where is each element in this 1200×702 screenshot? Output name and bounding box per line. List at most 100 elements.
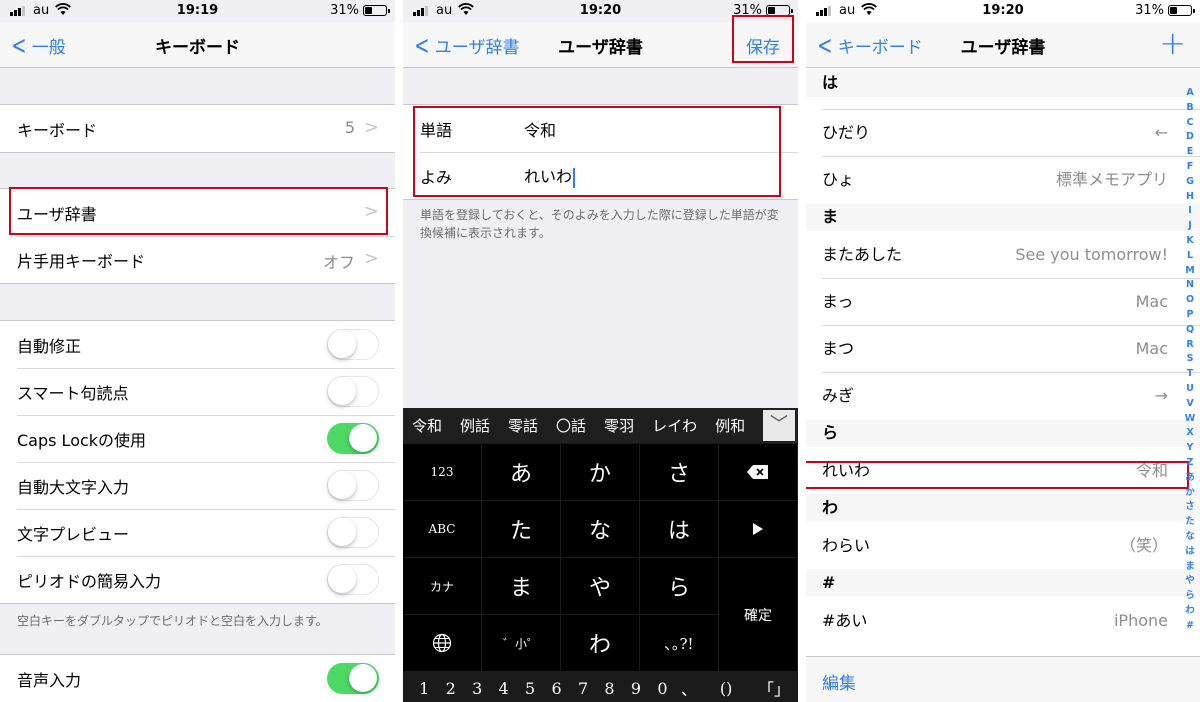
- index-letter[interactable]: R: [1182, 338, 1198, 353]
- index-letter[interactable]: E: [1182, 145, 1198, 160]
- number-mode-key[interactable]: 123: [403, 444, 481, 500]
- list-item[interactable]: まつ Mac: [806, 325, 1200, 372]
- index-letter[interactable]: T: [1182, 367, 1198, 382]
- kana-mode-key[interactable]: カナ: [403, 558, 481, 614]
- kana-key-ya[interactable]: や: [561, 558, 639, 614]
- number-key[interactable]: 9: [623, 679, 649, 698]
- number-key[interactable]: 「」: [750, 676, 798, 700]
- index-letter[interactable]: A: [1182, 86, 1198, 101]
- auto-correct-toggle[interactable]: [327, 329, 379, 360]
- alphabet-mode-key[interactable]: ABC: [403, 501, 481, 557]
- number-key[interactable]: 7: [570, 679, 596, 698]
- number-key[interactable]: 3: [464, 679, 490, 698]
- list-item[interactable]: れいわ 令和: [806, 447, 1200, 494]
- index-letter[interactable]: P: [1182, 308, 1198, 323]
- index-letter[interactable]: H: [1182, 190, 1198, 205]
- index-letter[interactable]: I: [1182, 204, 1198, 219]
- candidate[interactable]: 零羽: [604, 415, 634, 436]
- index-letter[interactable]: N: [1182, 278, 1198, 293]
- punctuation-key[interactable]: ､｡?!: [640, 615, 718, 671]
- index-letter[interactable]: わ: [1182, 604, 1198, 619]
- index-letter[interactable]: あ: [1182, 471, 1198, 486]
- save-button[interactable]: 保存: [746, 33, 780, 58]
- list-item[interactable]: またあした See you tomorrow!: [806, 231, 1200, 278]
- candidate[interactable]: 例話: [460, 415, 490, 436]
- index-letter[interactable]: S: [1182, 352, 1198, 367]
- index-letter[interactable]: B: [1182, 101, 1198, 116]
- list-item[interactable]: ひだり ←: [806, 109, 1200, 156]
- index-letter[interactable]: は: [1182, 545, 1198, 560]
- kana-key-ha[interactable]: は: [640, 501, 718, 557]
- index-letter[interactable]: G: [1182, 175, 1198, 190]
- candidate[interactable]: 令和: [412, 415, 442, 436]
- number-key[interactable]: 6: [543, 679, 569, 698]
- word-input[interactable]: 令和: [524, 117, 556, 141]
- index-letter[interactable]: X: [1182, 426, 1198, 441]
- section-index[interactable]: A B C D E F G H I J K L M N O P Q R S T U V W X Y Z あかさたなはまやらわ #: [1182, 86, 1198, 633]
- index-letter[interactable]: C: [1182, 116, 1198, 131]
- index-letter[interactable]: た: [1182, 515, 1198, 530]
- candidate[interactable]: 零話: [508, 415, 538, 436]
- number-key[interactable]: 2: [437, 679, 463, 698]
- list-item[interactable]: #あい iPhone: [806, 597, 1200, 644]
- number-key[interactable]: (): [702, 679, 750, 698]
- index-letter[interactable]: Y: [1182, 441, 1198, 456]
- index-letter[interactable]: F: [1182, 160, 1198, 175]
- kana-key-na[interactable]: な: [561, 501, 639, 557]
- period-shortcut-toggle[interactable]: [327, 564, 379, 595]
- character-preview-toggle[interactable]: [327, 517, 379, 548]
- number-key[interactable]: 4: [490, 679, 516, 698]
- index-letter[interactable]: L: [1182, 249, 1198, 264]
- delete-icon[interactable]: [719, 444, 797, 500]
- index-letter[interactable]: J: [1182, 219, 1198, 234]
- one-handed-keyboard-row[interactable]: 片手用キーボード オフ >: [0, 236, 395, 283]
- index-letter[interactable]: ら: [1182, 589, 1198, 604]
- index-letter[interactable]: U: [1182, 382, 1198, 397]
- number-key[interactable]: 、: [676, 676, 702, 700]
- index-letter[interactable]: K: [1182, 234, 1198, 249]
- index-letter[interactable]: Q: [1182, 323, 1198, 338]
- candidate[interactable]: レイわ: [652, 415, 697, 436]
- user-dictionary-row[interactable]: ユーザ辞書 >: [0, 189, 395, 236]
- index-letter[interactable]: ま: [1182, 560, 1198, 575]
- smart-punctuation-toggle[interactable]: [327, 376, 379, 407]
- index-letter[interactable]: O: [1182, 293, 1198, 308]
- list-item[interactable]: わらい （笑）: [806, 522, 1200, 569]
- kana-key-ma[interactable]: ま: [482, 558, 560, 614]
- index-letter[interactable]: #: [1182, 619, 1198, 634]
- dakuten-key[interactable]: ゛小゜: [482, 615, 560, 671]
- number-key[interactable]: 8: [596, 679, 622, 698]
- cursor-right-icon[interactable]: [719, 501, 797, 557]
- index-letter[interactable]: や: [1182, 574, 1198, 589]
- kana-key-ra[interactable]: ら: [640, 558, 718, 614]
- index-letter[interactable]: さ: [1182, 500, 1198, 515]
- index-letter[interactable]: な: [1182, 530, 1198, 545]
- chevron-down-icon[interactable]: ﹀: [763, 410, 795, 441]
- index-letter[interactable]: V: [1182, 397, 1198, 412]
- number-key[interactable]: 5: [517, 679, 543, 698]
- candidate[interactable]: 例和: [715, 415, 745, 436]
- confirm-key[interactable]: 確定: [719, 558, 797, 671]
- auto-capitalization-toggle[interactable]: [327, 470, 379, 501]
- list-item[interactable]: ひょ 標準メモアプリ: [806, 156, 1200, 203]
- caps-lock-toggle[interactable]: [327, 423, 379, 454]
- number-key[interactable]: 1: [411, 679, 437, 698]
- index-letter[interactable]: D: [1182, 130, 1198, 145]
- index-letter[interactable]: か: [1182, 486, 1198, 501]
- index-letter[interactable]: W: [1182, 412, 1198, 427]
- globe-icon[interactable]: [403, 615, 481, 671]
- list-item[interactable]: まっ Mac: [806, 278, 1200, 325]
- candidate[interactable]: 〇話: [556, 415, 586, 436]
- reading-input[interactable]: れいわ: [524, 163, 576, 188]
- number-key[interactable]: 0: [649, 679, 675, 698]
- kana-key-wa[interactable]: わ: [561, 615, 639, 671]
- keyboards-row[interactable]: キーボード 5 >: [0, 105, 395, 152]
- index-letter[interactable]: M: [1182, 264, 1198, 279]
- list-item[interactable]: みぎ →: [806, 372, 1200, 419]
- kana-key-a[interactable]: あ: [482, 444, 560, 500]
- voice-input-toggle[interactable]: [327, 663, 379, 694]
- add-icon[interactable]: +: [1159, 24, 1186, 62]
- edit-button[interactable]: 編集: [822, 669, 856, 694]
- kana-key-sa[interactable]: さ: [640, 444, 718, 500]
- index-letter[interactable]: Z: [1182, 456, 1198, 471]
